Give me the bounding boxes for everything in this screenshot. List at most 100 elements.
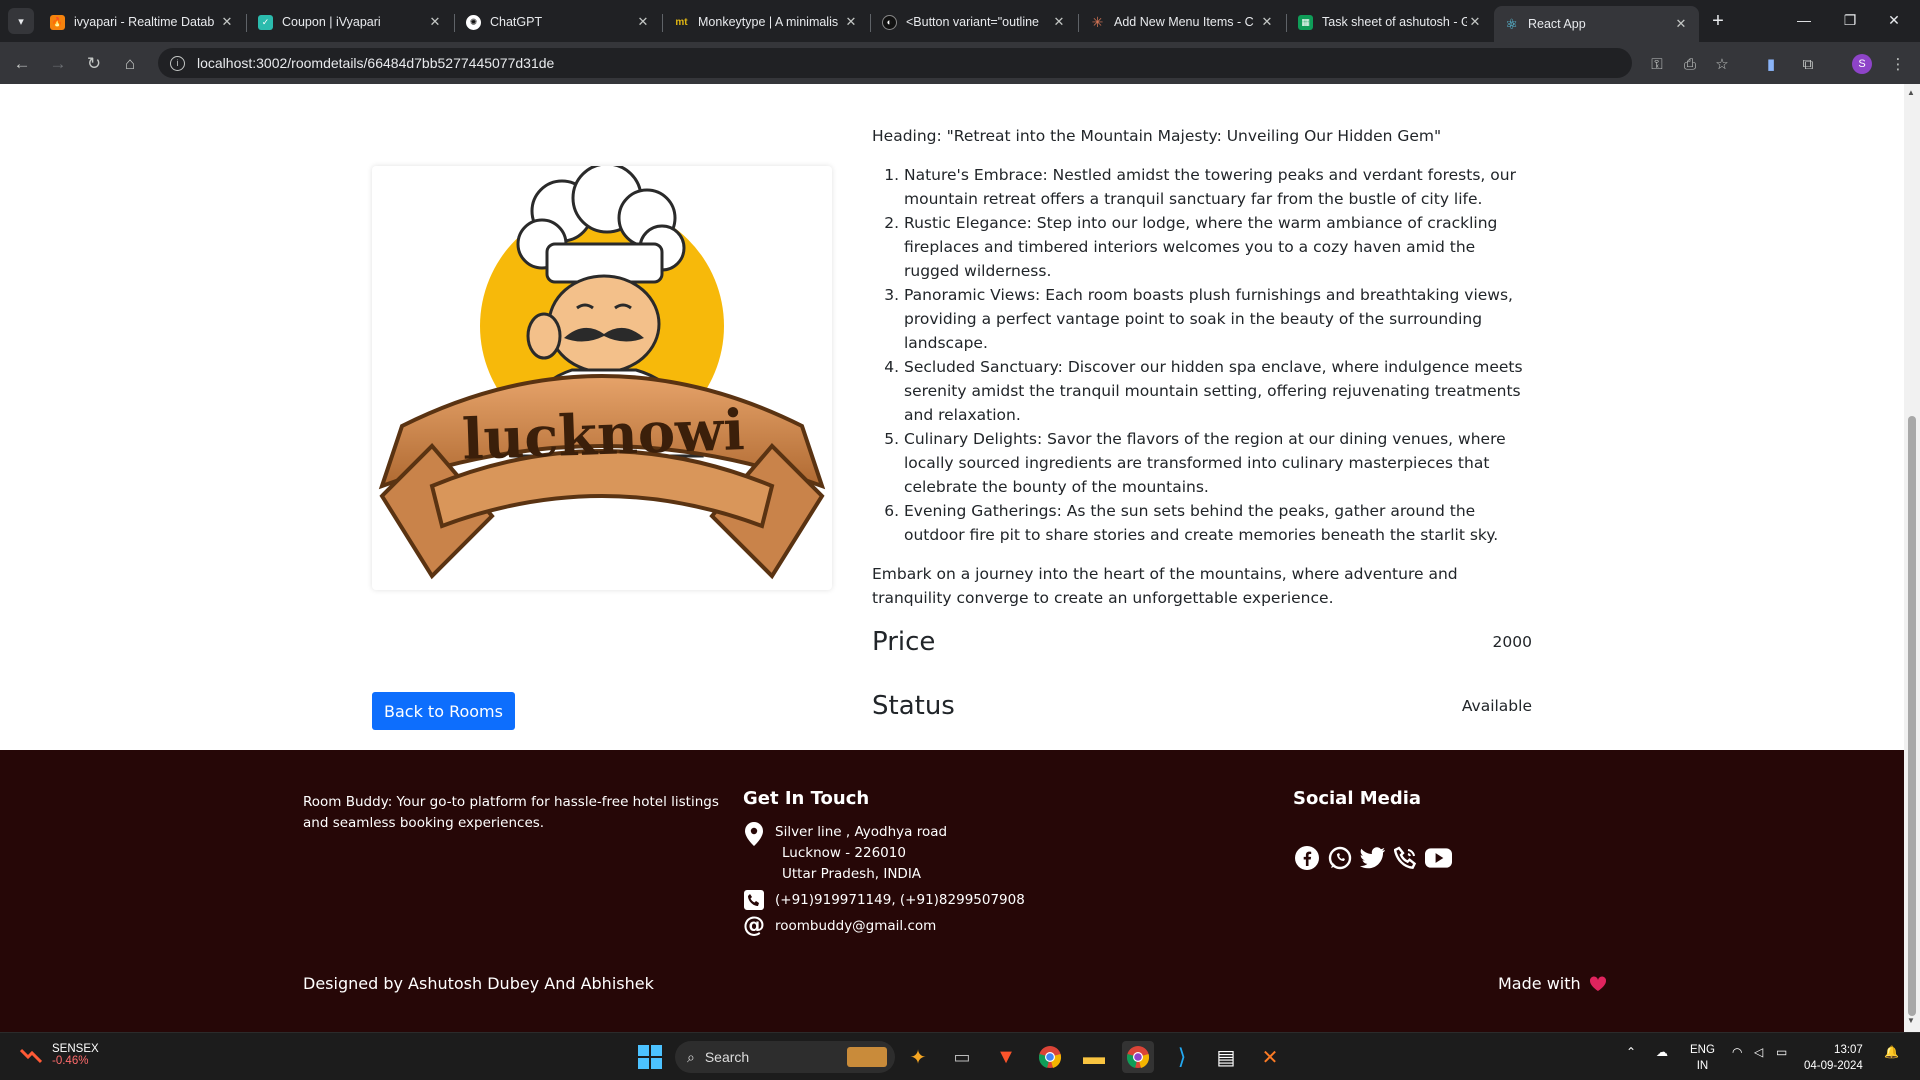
address-line: Uttar Pradesh, INDIA (782, 866, 922, 882)
forward-arrow-icon[interactable]: → (44, 50, 72, 78)
address-bar[interactable]: i localhost:3002/roomdetails/66484d7bb52… (158, 48, 1632, 78)
scroll-down-arrow-icon[interactable]: ▼ (1907, 1016, 1915, 1025)
page-viewport: lucknowi Heading: "Retreat into the Moun… (0, 84, 1904, 1032)
footer: Room Buddy: Your go-to platform for hass… (0, 750, 1904, 1032)
notification-bell-icon[interactable]: 🔔 (1884, 1045, 1899, 1059)
chrome-profile-icon[interactable] (1122, 1041, 1154, 1073)
email-link[interactable]: roombuddy@gmail.com (775, 916, 936, 937)
chrome-icon[interactable] (1034, 1041, 1066, 1073)
profile-avatar[interactable]: S (1852, 54, 1872, 74)
location-pin-icon (743, 822, 765, 846)
xampp-icon[interactable]: ✕ (1254, 1041, 1286, 1073)
page-scrollbar[interactable]: ▲ ▼ (1904, 84, 1920, 1032)
footer-about: Room Buddy: Your go-to platform for hass… (303, 794, 719, 831)
close-icon[interactable]: ✕ (1673, 16, 1689, 32)
tab-monkeytype[interactable]: mt Monkeytype | A minimalis ✕ (664, 6, 869, 38)
phone-call-icon[interactable] (1392, 844, 1419, 871)
scroll-up-arrow-icon[interactable]: ▲ (1907, 88, 1915, 97)
window-close-button[interactable]: ✕ (1866, 0, 1920, 40)
tab-button-variant[interactable]: ◐ <Button variant="outline ✕ (872, 6, 1077, 38)
new-tab-button[interactable]: + (1704, 8, 1732, 34)
address-line: Silver line , Ayodhya road (775, 824, 948, 840)
site-info-icon[interactable]: i (170, 55, 185, 71)
bookmark-star-icon[interactable]: ☆ (1710, 52, 1734, 76)
vscode-icon[interactable]: ⟩ (1166, 1041, 1198, 1073)
tab-task-sheet[interactable]: ▦ Task sheet of ashutosh - G ✕ (1288, 6, 1493, 38)
extensions-icon[interactable]: ⧉ (1796, 52, 1820, 76)
at-icon: @ (743, 913, 765, 938)
language-indicator[interactable]: ENG IN (1690, 1042, 1715, 1074)
reload-icon[interactable]: ↻ (80, 50, 108, 78)
clock-date: 04-09-2024 (1804, 1060, 1863, 1072)
windows-start-icon[interactable] (634, 1041, 666, 1073)
youtube-icon[interactable] (1425, 844, 1452, 871)
ticker-name: SENSEX (52, 1043, 99, 1055)
tab-add-menu-items[interactable]: ✳ Add New Menu Items - C ✕ (1080, 6, 1285, 38)
home-icon[interactable]: ⌂ (116, 50, 144, 78)
task-view-icon[interactable]: ▭ (946, 1041, 978, 1073)
search-icon: ⌕ (687, 1048, 695, 1065)
lucknowi-logo: lucknowi (378, 166, 826, 580)
windows-taskbar: SENSEX -0.46% ⌕ Search ✦ ▭ ▼ ▬ ⟩ ▤ ✕ ⌃ ☁… (0, 1032, 1920, 1080)
description-closing: Embark on a journey into the heart of th… (872, 565, 1458, 607)
tab-search-button[interactable]: ▾ (8, 8, 34, 34)
close-icon[interactable]: ✕ (1467, 14, 1483, 30)
tab-title: Add New Menu Items - C (1114, 15, 1254, 29)
tab-title: ivyapari - Realtime Datab (74, 15, 215, 29)
list-item: Panoramic Views: Each room boasts plush … (904, 283, 1532, 355)
chevron-up-icon[interactable]: ⌃ (1626, 1045, 1636, 1059)
status-label: Status (872, 691, 955, 721)
more-menu-icon[interactable]: ⋮ (1886, 52, 1910, 76)
status-value: Available (1461, 697, 1532, 715)
tab-coupon-ivyapari[interactable]: ✓ Coupon | iVyapari ✕ (248, 6, 453, 38)
ivyapari-icon: ✓ (258, 14, 273, 30)
system-clock[interactable]: 13:07 04-09-2024 (1804, 1042, 1863, 1074)
search-placeholder: Search (704, 1049, 750, 1065)
tab-react-app[interactable]: ⚛ React App ✕ (1494, 6, 1699, 42)
feature-list: Nature's Embrace: Nestled amidst the tow… (872, 163, 1532, 547)
status-row: Status Available (872, 688, 1532, 752)
battery-icon[interactable]: ▭ (1776, 1045, 1787, 1059)
twitter-icon[interactable] (1359, 844, 1386, 871)
phone-square-icon (743, 890, 765, 910)
close-icon[interactable]: ✕ (427, 14, 443, 30)
phone-row: (+91)919971149, (+91)8299507908 (743, 890, 1025, 911)
facebook-icon[interactable] (1293, 844, 1320, 871)
room-image: lucknowi (372, 166, 832, 590)
scrollbar-thumb[interactable] (1908, 416, 1916, 1016)
back-arrow-icon[interactable]: ← (8, 50, 36, 78)
reading-mode-icon[interactable]: ▮ (1759, 52, 1783, 76)
tab-chatgpt[interactable]: ✺ ChatGPT ✕ (456, 6, 661, 38)
close-icon[interactable]: ✕ (635, 14, 651, 30)
copilot-icon[interactable]: ✦ (902, 1041, 934, 1073)
tab-title: Monkeytype | A minimalis (698, 15, 839, 29)
lang-top: ENG (1690, 1044, 1715, 1056)
url-text[interactable]: localhost:3002/roomdetails/66484d7bb5277… (197, 55, 554, 71)
whatsapp-icon[interactable] (1326, 844, 1353, 871)
lang-bottom: IN (1696, 1060, 1709, 1072)
stock-ticker-widget[interactable]: SENSEX -0.46% (20, 1043, 99, 1067)
close-icon[interactable]: ✕ (1259, 14, 1275, 30)
tab-title: ChatGPT (490, 15, 543, 29)
logo-text: lucknowi (461, 397, 746, 473)
close-icon[interactable]: ✕ (843, 14, 859, 30)
close-icon[interactable]: ✕ (219, 14, 235, 30)
close-icon[interactable]: ✕ (1051, 14, 1067, 30)
back-to-rooms-button[interactable]: Back to Rooms (372, 692, 515, 730)
made-with: Made with (1498, 974, 1607, 993)
install-app-icon[interactable]: ⎙ (1678, 52, 1702, 76)
claude-icon: ✳ (1091, 13, 1104, 30)
heart-icon (1589, 975, 1606, 991)
wifi-icon[interactable]: ◠ (1732, 1045, 1742, 1059)
tab-ivyapari-firebase[interactable]: 🔥 ivyapari - Realtime Datab ✕ (40, 6, 245, 38)
brave-browser-icon[interactable]: ▼ (990, 1041, 1022, 1073)
list-item: Secluded Sanctuary: Discover our hidden … (904, 355, 1532, 427)
price-row: Price 2000 (872, 624, 1532, 688)
password-key-icon[interactable]: ⚿ (1645, 52, 1669, 76)
notepad-icon[interactable]: ▤ (1210, 1041, 1242, 1073)
address-line: Lucknow - 226010 (782, 845, 906, 861)
file-explorer-icon[interactable]: ▬ (1078, 1041, 1110, 1073)
taskbar-search[interactable]: ⌕ Search (675, 1041, 895, 1073)
volume-icon[interactable]: ◁ (1754, 1045, 1763, 1059)
onedrive-icon[interactable]: ☁ (1656, 1045, 1668, 1059)
